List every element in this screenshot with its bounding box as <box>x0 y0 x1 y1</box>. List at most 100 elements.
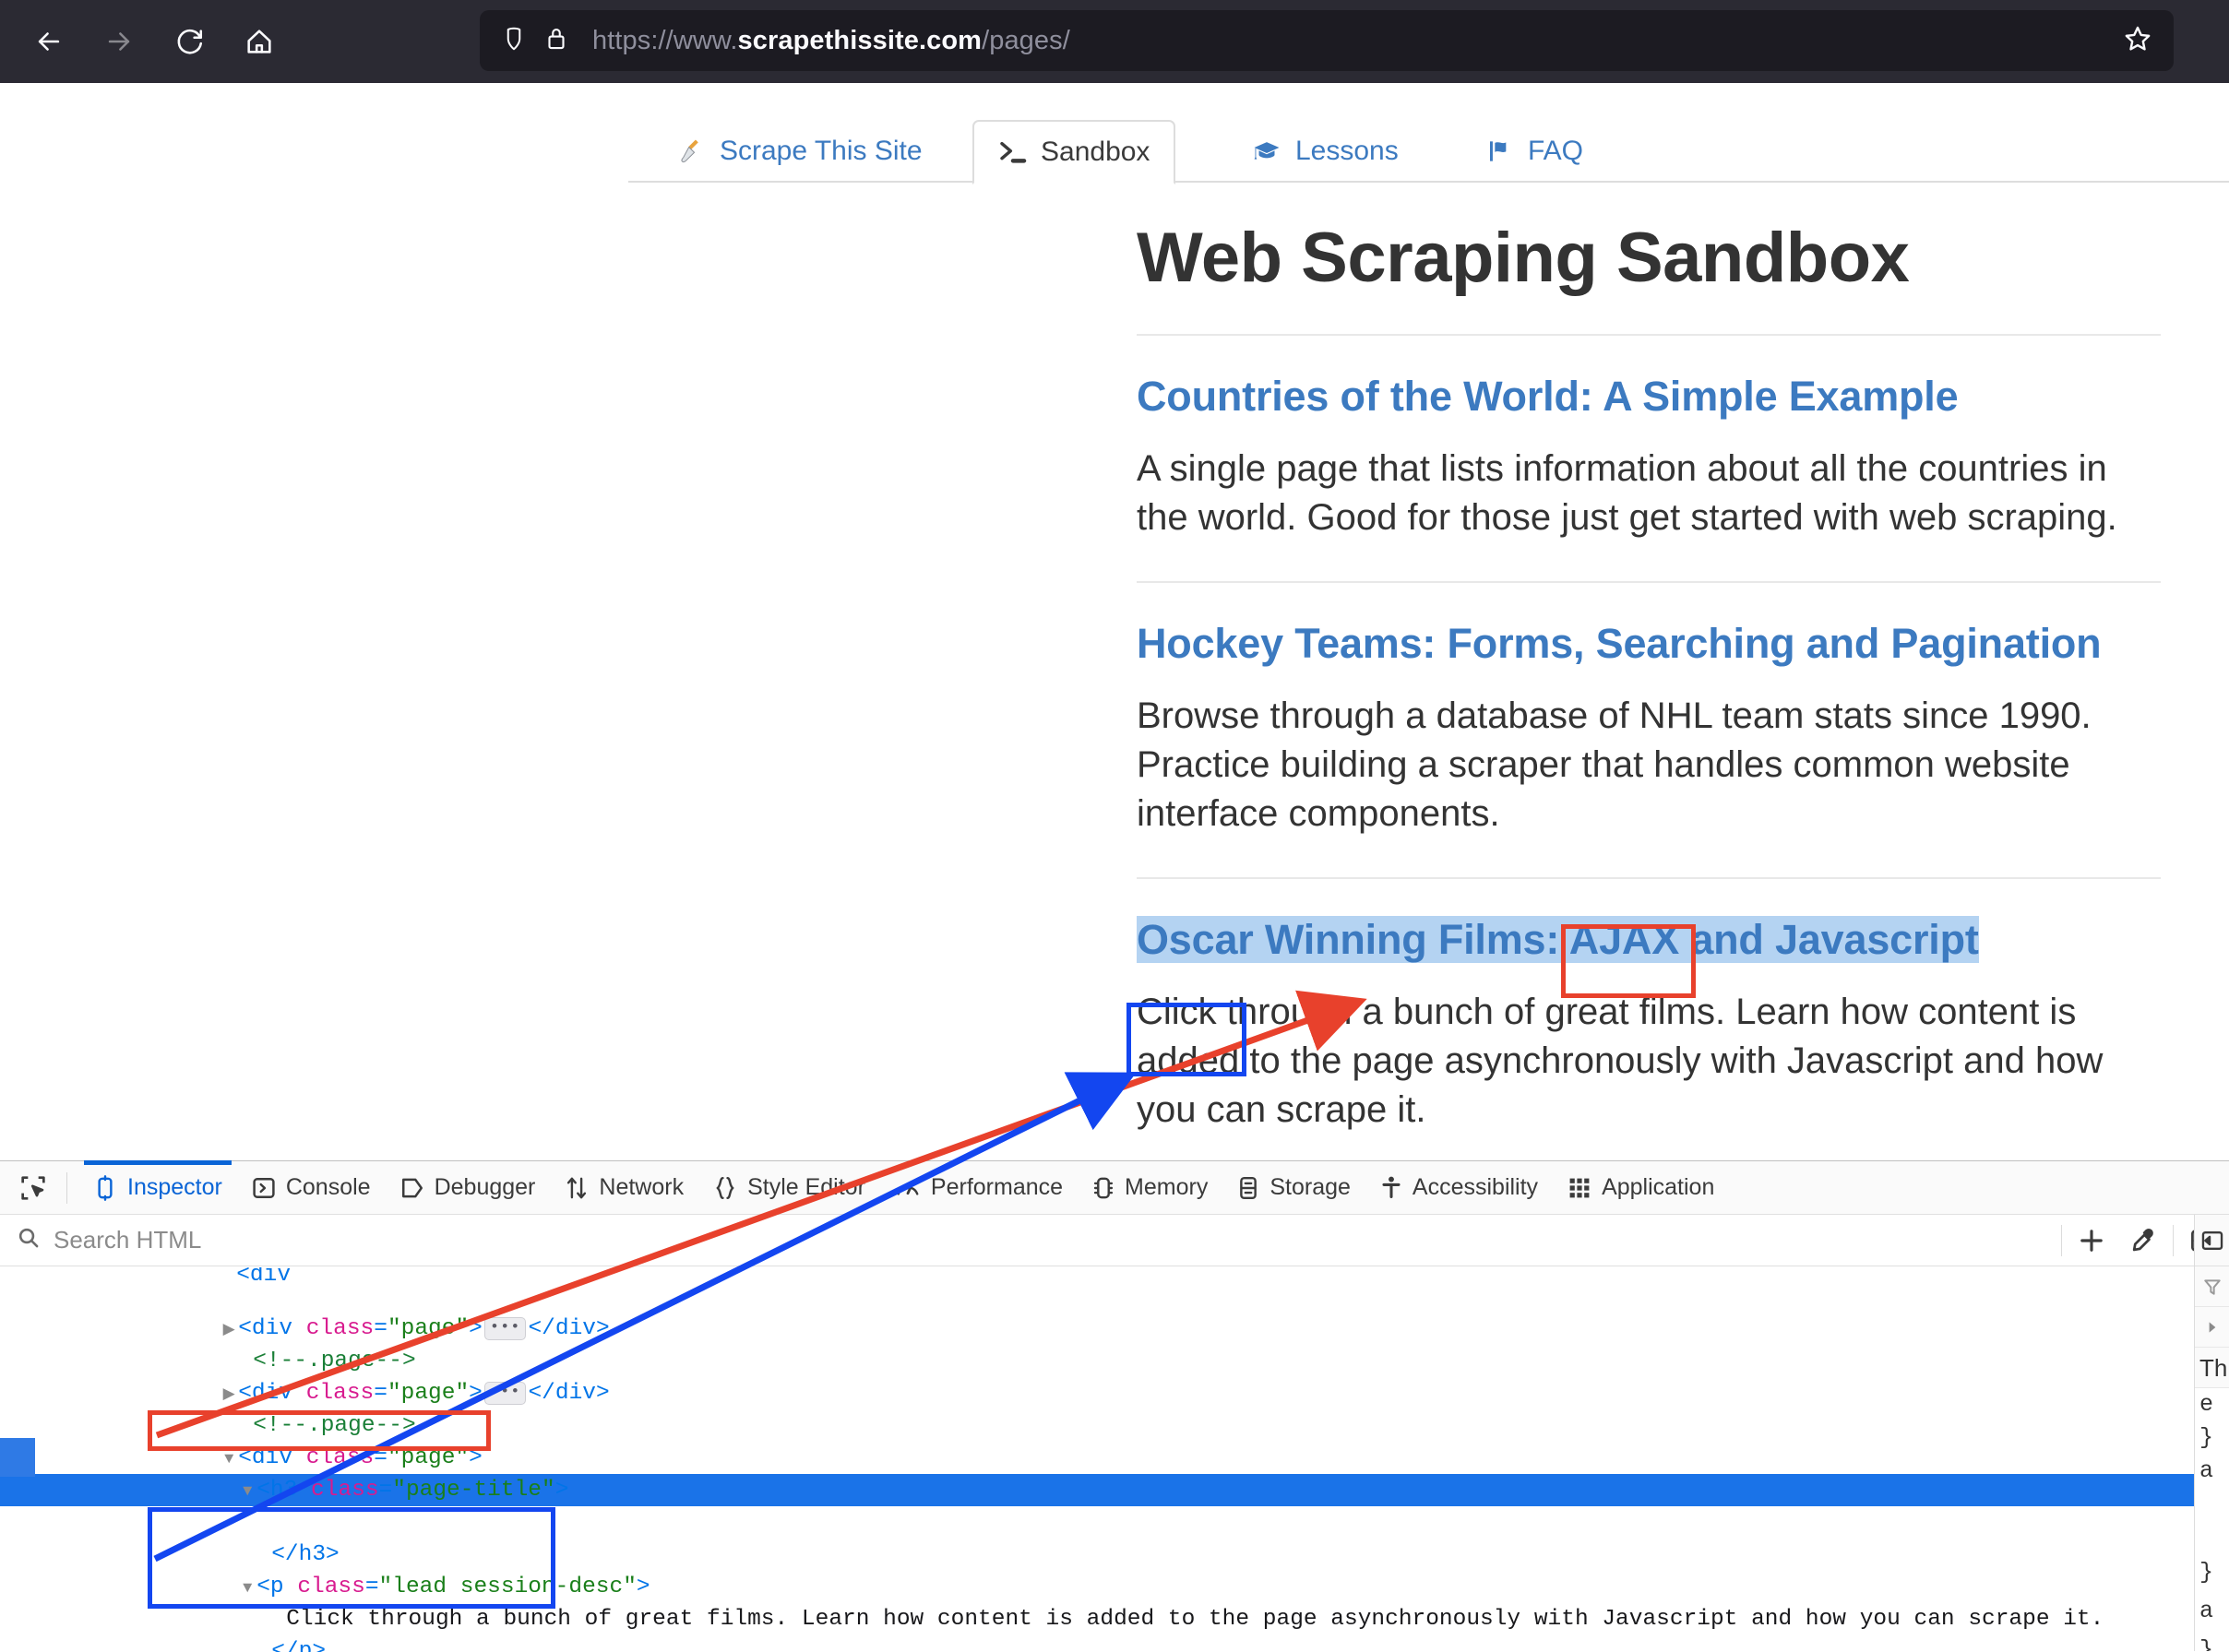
tab-label: Application <box>1602 1174 1715 1200</box>
nav-tab-label: Sandbox <box>1041 137 1150 167</box>
tab-accessibility[interactable]: Accessibility <box>1365 1161 1553 1215</box>
tab-performance[interactable]: Performance <box>880 1161 1078 1215</box>
expand-triangle-icon[interactable]: ▶ <box>220 1314 238 1347</box>
sidebar-rule-line: } <box>2199 1559 2214 1586</box>
forward-arrow-icon[interactable] <box>94 17 144 66</box>
expand-triangle-icon[interactable]: ▶ <box>220 1379 238 1411</box>
tab-label: Storage <box>1269 1174 1351 1200</box>
tab-label: Console <box>285 1174 371 1200</box>
tab-label: Accessibility <box>1412 1174 1539 1200</box>
section-desc-oscar: Click through a bunch of great films. Le… <box>1137 991 2104 1131</box>
tab-label: Network <box>599 1174 685 1200</box>
page-viewport: Scrape This Site Sandbox Lessons FAQ Web… <box>0 83 2229 1160</box>
lock-icon[interactable] <box>544 25 568 57</box>
eyedropper-icon[interactable] <box>2117 1215 2169 1266</box>
sidebar-rule-line <box>2195 1488 2229 1556</box>
nav-tab-sandbox[interactable]: Sandbox <box>972 120 1176 184</box>
stopwatch-icon <box>895 1175 921 1201</box>
debugger-icon <box>400 1176 424 1200</box>
section-oscar: Oscar Winning Films: AJAX and Javascript… <box>1137 916 2161 1135</box>
collapse-triangle-icon[interactable]: ▼ <box>238 1476 256 1508</box>
element-picker-icon[interactable] <box>9 1168 57 1208</box>
browser-chrome: https://www.scrapethissite.com/pages/ <box>0 0 2229 83</box>
nav-tab-label: Scrape This Site <box>720 136 923 166</box>
tab-application[interactable]: Application <box>1553 1161 1729 1215</box>
devtools-sidebar: Th e } a } a } <box>2194 1215 2229 1651</box>
braces-icon <box>713 1175 737 1201</box>
sidebar-rule-selector[interactable]: Th <box>2195 1348 2229 1388</box>
url-text: https://www.scrapethissite.com/pages/ <box>592 25 1070 55</box>
flag-icon <box>1487 137 1515 166</box>
devtools-panel: Inspector Console Debugger Network Style <box>0 1159 2229 1652</box>
search-icon <box>17 1226 41 1254</box>
section-link-oscar[interactable]: Oscar Winning Films: AJAX and Javascript <box>1137 916 1979 964</box>
expand-ellipsis-badge[interactable]: ••• <box>483 1317 527 1340</box>
sidebar-rule-line: e <box>2199 1391 2214 1418</box>
divider <box>2061 1225 2062 1256</box>
toolbar-separator <box>66 1171 67 1204</box>
sidebar-rule-line: } <box>2199 1636 2214 1651</box>
section-hockey: Hockey Teams: Forms, Searching and Pagin… <box>1137 620 2161 838</box>
tab-label: Inspector <box>127 1174 222 1200</box>
sidebar-rule-line: a <box>2199 1457 2214 1484</box>
section-link-countries[interactable]: Countries of the World: A Simple Example <box>1137 373 1959 420</box>
sidebar-rule-line: } <box>2199 1424 2214 1451</box>
spatula-icon <box>675 136 707 167</box>
sidebar-collapse-button[interactable] <box>2195 1215 2229 1266</box>
grid-squares-icon <box>1567 1176 1591 1200</box>
tab-style-editor[interactable]: Style Editor <box>698 1161 880 1215</box>
database-icon <box>1237 1175 1259 1201</box>
divider <box>1137 333 2161 336</box>
nav-tab-label: Lessons <box>1295 136 1399 166</box>
plus-icon[interactable] <box>2066 1215 2117 1266</box>
terminal-prompt-icon <box>998 138 1028 166</box>
tab-storage[interactable]: Storage <box>1222 1161 1365 1215</box>
memory-chip-icon <box>1092 1175 1114 1201</box>
sidebar-selection-marker <box>0 1438 35 1477</box>
tab-network[interactable]: Network <box>550 1161 698 1215</box>
tab-debugger[interactable]: Debugger <box>386 1161 551 1215</box>
divider <box>1137 877 2161 880</box>
tab-inspector[interactable]: Inspector <box>78 1159 237 1215</box>
tab-label: Performance <box>930 1174 1064 1200</box>
reload-icon[interactable] <box>164 17 214 66</box>
shield-icon[interactable] <box>500 25 528 57</box>
section-link-hockey[interactable]: Hockey Teams: Forms, Searching and Pagin… <box>1137 620 2102 667</box>
section-desc-hockey: Browse through a database of NHL team st… <box>1137 695 2092 835</box>
nav-tab-lessons[interactable]: Lessons <box>1227 120 1423 183</box>
inspector-icon <box>93 1174 117 1201</box>
tab-console[interactable]: Console <box>237 1161 386 1215</box>
star-icon[interactable] <box>2122 23 2153 59</box>
search-html-bar[interactable]: Search HTML <box>0 1215 2229 1266</box>
markup-row[interactable]: <div <box>0 1267 2194 1280</box>
expand-ellipsis-badge[interactable]: ••• <box>483 1382 527 1405</box>
markup-text-content: Click through a bunch of great films. Le… <box>286 1607 2104 1632</box>
site-nav: Scrape This Site Sandbox Lessons FAQ <box>0 101 2229 184</box>
markup-row[interactable]: <hr> <box>0 1635 2194 1652</box>
collapse-triangle-icon[interactable]: ▼ <box>220 1444 238 1476</box>
tab-label: Memory <box>1125 1174 1209 1200</box>
back-arrow-icon[interactable] <box>24 17 74 66</box>
nav-tab-scrape-this-site[interactable]: Scrape This Site <box>651 120 947 183</box>
tab-label: Debugger <box>434 1174 536 1200</box>
network-arrows-icon <box>565 1175 589 1201</box>
markup-tree[interactable]: <div ▶ <div class="page"> ••• </div> <!--.p… <box>0 1267 2194 1652</box>
section-countries: Countries of the World: A Simple Example… <box>1137 373 2161 542</box>
sidebar-filter-row[interactable] <box>2195 1266 2229 1307</box>
tab-label: Style Editor <box>747 1174 865 1200</box>
home-icon[interactable] <box>234 17 284 66</box>
sidebar-expand-row[interactable] <box>2195 1307 2229 1348</box>
section-desc-countries: A single page that lists information abo… <box>1137 447 2117 538</box>
url-bar[interactable]: https://www.scrapethissite.com/pages/ <box>480 10 2174 71</box>
divider <box>2173 1225 2174 1256</box>
browser-nav-buttons <box>0 17 284 66</box>
page-content: Web Scraping Sandbox Countries of the Wo… <box>1137 221 2161 1135</box>
graduation-cap-icon <box>1251 136 1282 167</box>
collapse-triangle-icon[interactable]: ▼ <box>238 1573 256 1605</box>
nav-tab-label: FAQ <box>1528 136 1584 166</box>
tab-memory[interactable]: Memory <box>1078 1161 1222 1215</box>
nav-tab-faq[interactable]: FAQ <box>1463 120 1607 183</box>
markup-row[interactable]: ▶ <div class="page"> ••• </div> <box>0 1280 2194 1341</box>
search-input[interactable]: Search HTML <box>54 1226 201 1254</box>
person-icon <box>1380 1175 1402 1201</box>
